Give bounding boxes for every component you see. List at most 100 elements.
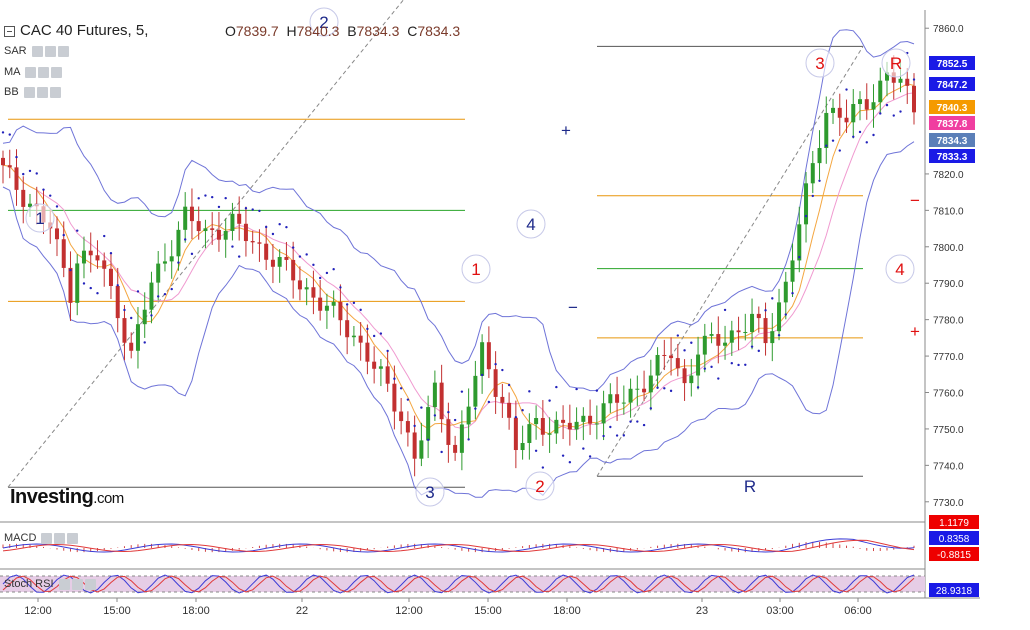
sar-dot	[615, 434, 619, 437]
indicator-bb[interactable]: BB	[4, 86, 61, 98]
x-tick-label: 15:00	[474, 605, 502, 617]
close-icon[interactable]	[67, 532, 79, 544]
y-tick-label: 7820.0	[933, 170, 964, 181]
price-badge-label: 7833.3	[937, 152, 968, 163]
candle-body	[858, 99, 863, 105]
sar-dot	[447, 410, 450, 414]
candle-body	[770, 331, 775, 344]
sar-dot	[696, 386, 700, 389]
annotation-label: R	[890, 54, 902, 73]
price-badge-label: 7852.5	[937, 59, 968, 70]
candle-body	[459, 424, 464, 453]
x-tick-label: 03:00	[766, 605, 794, 617]
eye-icon[interactable]	[23, 86, 35, 98]
macd-header[interactable]: MACD	[4, 532, 79, 544]
sar-dot	[494, 362, 497, 366]
sar-dot	[602, 434, 605, 438]
stoch-header[interactable]: Stoch RSI	[4, 578, 96, 590]
gear-icon[interactable]	[44, 45, 56, 57]
sar-dot	[507, 383, 511, 387]
gear-icon[interactable]	[37, 66, 49, 78]
candle-body	[642, 388, 647, 393]
sar-dot	[561, 454, 565, 457]
candle-body	[264, 243, 269, 260]
sar-dot	[8, 133, 11, 136]
candle-body	[493, 369, 498, 397]
gear-icon[interactable]	[54, 532, 66, 544]
y-tick-label: 7860.0	[933, 24, 964, 35]
high-label: H	[286, 23, 297, 39]
annotation-label: 4	[895, 260, 904, 279]
candle-body	[156, 263, 161, 283]
sar-dot	[784, 313, 787, 316]
candle-body	[243, 223, 248, 242]
candle-body	[115, 285, 120, 319]
eye-icon[interactable]	[24, 66, 36, 78]
close-icon[interactable]	[84, 578, 96, 590]
trendline-left	[7, 0, 404, 488]
eye-icon[interactable]	[58, 578, 70, 590]
price-chart[interactable]: 7730.0 7740.0 7750.0 7760.0 7770.0 7780.0 7790…	[0, 0, 1030, 625]
candle-body	[270, 259, 275, 267]
gear-icon[interactable]	[36, 86, 48, 98]
sar-dot	[379, 332, 383, 335]
sar-dot	[264, 225, 268, 229]
candle-body	[527, 424, 532, 443]
candle-body	[277, 257, 282, 267]
candle-body	[561, 419, 566, 423]
high-value: 7840.3	[296, 23, 340, 39]
y-tick-label: 7800.0	[933, 243, 964, 254]
sar-dot	[514, 416, 518, 419]
sar-dot	[426, 438, 430, 442]
candle-body	[1, 157, 5, 166]
sar-dot	[676, 334, 680, 337]
gear-icon[interactable]	[71, 578, 83, 590]
candle-body	[446, 419, 451, 445]
sar-dot	[771, 297, 774, 300]
sar-dot	[76, 229, 79, 232]
sar-dot	[885, 103, 889, 107]
candle-body	[824, 112, 829, 149]
sar-dot	[845, 88, 848, 91]
sar-dot	[777, 333, 781, 337]
eye-icon[interactable]	[31, 45, 43, 57]
sar-dot	[717, 377, 720, 380]
candle-body	[729, 330, 734, 343]
sar-dot	[406, 398, 410, 401]
sar-dot	[852, 135, 855, 138]
indicator-sar[interactable]: SAR	[4, 45, 69, 57]
sar-dot	[737, 363, 740, 367]
x-tick-label: 12:00	[24, 605, 52, 617]
indicator-ma[interactable]: MA	[4, 66, 62, 78]
sar-dot	[899, 110, 902, 113]
candle-body	[473, 375, 478, 407]
close-icon[interactable]	[57, 45, 69, 57]
close-value: 7834.3	[417, 23, 461, 39]
y-tick-label: 7740.0	[933, 461, 964, 472]
sar-dot	[184, 238, 187, 241]
sar-dot	[622, 434, 626, 437]
candle-body	[777, 302, 782, 332]
collapse-icon[interactable]	[4, 26, 15, 37]
sar-dot	[163, 292, 167, 296]
sar-dot	[325, 271, 329, 275]
sar-dot	[96, 291, 99, 295]
candle-body	[804, 183, 809, 225]
candle-body	[372, 361, 377, 369]
candle-body	[223, 230, 228, 240]
sar-dot	[804, 214, 808, 218]
sar-dot	[433, 414, 437, 417]
candle-body	[88, 250, 93, 256]
close-icon[interactable]	[49, 86, 61, 98]
candle-body	[318, 297, 323, 311]
candle-body	[338, 302, 343, 321]
candle-body	[304, 287, 309, 290]
annotation-label: 1	[35, 209, 44, 228]
candle-body	[534, 418, 539, 425]
macd-signal-line	[2, 539, 915, 553]
eye-icon[interactable]	[41, 532, 53, 544]
candle-body	[844, 117, 849, 123]
price-badge-label: 7834.3	[937, 136, 968, 147]
close-icon[interactable]	[50, 66, 62, 78]
sar-dot	[818, 179, 821, 182]
